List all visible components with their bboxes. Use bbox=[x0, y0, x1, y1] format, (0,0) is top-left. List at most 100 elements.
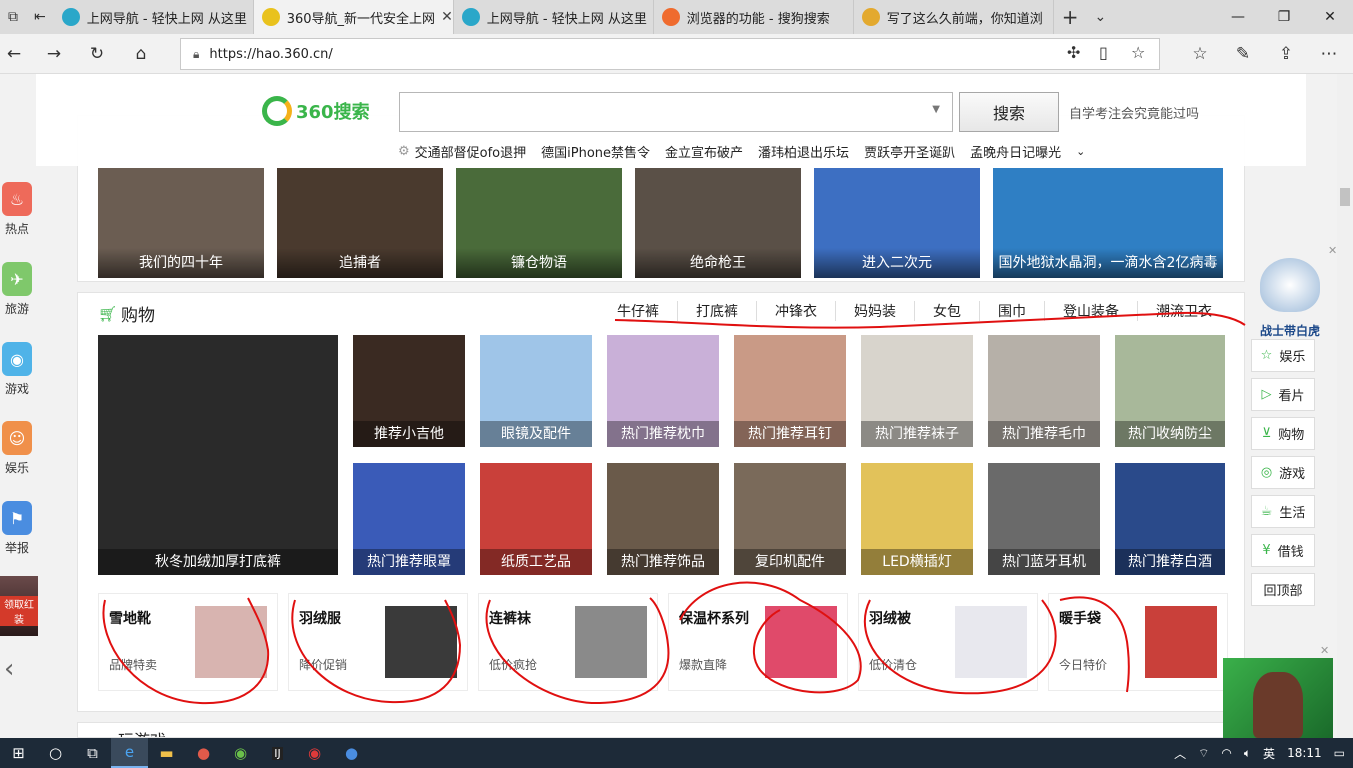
hot-word-link[interactable]: 德国iPhone禁售令 bbox=[541, 142, 650, 161]
quick-nav-loan[interactable]: ¥ 借钱 bbox=[1251, 534, 1315, 567]
promo-card[interactable]: 保温杯系列 爆款直降 bbox=[668, 593, 848, 691]
browser-tab-2[interactable]: 360导航_新一代安全上网 ✕ bbox=[253, 0, 454, 34]
netease-music-icon[interactable]: ◉ bbox=[296, 738, 333, 768]
input-language[interactable]: 英 bbox=[1263, 745, 1275, 762]
close-ad-icon[interactable]: ✕ bbox=[1320, 644, 1329, 657]
logo-360-search[interactable]: 360搜索 bbox=[262, 96, 370, 126]
close-tab-icon[interactable]: ✕ bbox=[435, 9, 453, 25]
shop-tab[interactable]: 女包 bbox=[914, 301, 979, 321]
task-view-icon[interactable]: ⧉ bbox=[74, 738, 111, 768]
rail-item-report[interactable]: ⚑ 举报 bbox=[0, 501, 34, 556]
product-card[interactable]: 热门推荐饰品 bbox=[607, 463, 719, 575]
minimize-icon[interactable]: — bbox=[1215, 0, 1261, 34]
forward-icon[interactable]: → bbox=[40, 40, 68, 68]
shop-tab[interactable]: 打底裤 bbox=[677, 301, 756, 321]
product-card[interactable]: 推荐小吉他 bbox=[353, 335, 465, 447]
tab-list-button[interactable]: ⌄ bbox=[1087, 9, 1115, 25]
close-mascot-icon[interactable]: ✕ bbox=[1328, 244, 1337, 257]
product-card[interactable]: 热门推荐毛巾 bbox=[988, 335, 1100, 447]
tab-previews-icon[interactable]: ⧉ bbox=[0, 9, 26, 25]
product-card[interactable]: 热门推荐眼罩 bbox=[353, 463, 465, 575]
movie-card[interactable]: 镰仓物语 bbox=[456, 168, 622, 278]
movie-card[interactable]: 进入二次元 bbox=[814, 168, 980, 278]
close-window-icon[interactable]: ✕ bbox=[1307, 0, 1353, 34]
quick-nav-games[interactable]: ◎ 游戏 bbox=[1251, 456, 1315, 489]
extension-icon[interactable]: ✣ bbox=[1067, 43, 1080, 62]
product-card[interactable]: 纸质工艺品 bbox=[480, 463, 592, 575]
browser-tab-5[interactable]: 写了这么久前端，你知道浏 bbox=[854, 0, 1054, 34]
scrollbar-thumb[interactable] bbox=[1340, 188, 1350, 206]
product-card[interactable]: 热门推荐袜子 bbox=[861, 335, 973, 447]
promo-card[interactable]: 羽绒被 低价清仓 bbox=[858, 593, 1038, 691]
network-icon[interactable]: ⌔ bbox=[1198, 746, 1209, 761]
product-card[interactable]: LED横插灯 bbox=[861, 463, 973, 575]
movie-card[interactable]: 追捕者 bbox=[277, 168, 443, 278]
search-button[interactable]: 搜索 bbox=[959, 92, 1059, 132]
file-explorer-icon[interactable]: ▬ bbox=[148, 738, 185, 768]
home-icon[interactable]: ⌂ bbox=[127, 40, 155, 68]
search-dropdown-icon[interactable]: ▼ bbox=[932, 104, 940, 115]
product-card[interactable]: 热门推荐枕巾 bbox=[607, 335, 719, 447]
edge-browser-icon[interactable]: e bbox=[111, 738, 148, 768]
more-menu-icon[interactable]: ⋯ bbox=[1315, 40, 1343, 68]
intellij-icon[interactable]: IJ bbox=[259, 738, 296, 768]
set-aside-tabs-icon[interactable]: ⇤ bbox=[26, 9, 54, 25]
notes-pen-icon[interactable]: ✎ bbox=[1229, 40, 1257, 68]
browser-tab-4[interactable]: 浏览器的功能 - 搜狗搜索 bbox=[654, 0, 854, 34]
notifications-icon[interactable]: ▭ bbox=[1334, 746, 1345, 760]
rail-item-games[interactable]: ◉ 游戏 bbox=[0, 342, 34, 397]
shop-tab[interactable]: 冲锋衣 bbox=[756, 301, 835, 321]
shop-tab[interactable]: 潮流卫衣 bbox=[1137, 301, 1230, 321]
movie-card[interactable]: 国外地狱水晶洞，一滴水含2亿病毒 bbox=[993, 168, 1223, 278]
hot-word-link[interactable]: 交通部督促ofo退押 bbox=[415, 142, 526, 161]
clock-time[interactable]: 18:11 bbox=[1287, 746, 1322, 760]
browser-tab-3[interactable]: 上网导航 - 轻快上网 从这里 bbox=[454, 0, 654, 34]
start-windows-icon[interactable]: ⊞ bbox=[0, 738, 37, 768]
share-icon[interactable]: ⇪ bbox=[1272, 40, 1300, 68]
promo-card[interactable]: 雪地靴 品牌特卖 bbox=[98, 593, 278, 691]
favorites-hub-icon[interactable]: ☆ bbox=[1186, 40, 1214, 68]
search-hint-link[interactable]: 自学考注会究竟能过吗 bbox=[1069, 103, 1199, 122]
page-scrollbar[interactable] bbox=[1337, 74, 1353, 738]
search-input[interactable]: ▼ bbox=[399, 92, 953, 132]
favorite-star-icon[interactable]: ☆ bbox=[1131, 43, 1145, 62]
hot-word-link[interactable]: 贾跃亭开圣诞趴 bbox=[864, 142, 955, 161]
product-card[interactable]: 热门推荐耳钉 bbox=[734, 335, 846, 447]
quick-nav-videos[interactable]: ▷ 看片 bbox=[1251, 378, 1315, 411]
gear-icon[interactable]: ⚙ bbox=[398, 144, 410, 159]
left-ad-image[interactable]: 领取红装 bbox=[0, 576, 38, 636]
rail-item-hot[interactable]: ♨ 热点 bbox=[0, 182, 34, 237]
hot-word-link[interactable]: 潘玮柏退出乐坛 bbox=[758, 142, 849, 161]
wechat-icon[interactable]: ◉ bbox=[222, 738, 259, 768]
product-card[interactable]: 复印机配件 bbox=[734, 463, 846, 575]
address-bar[interactable]: 🔒︎ https://hao.360.cn/ ✣ ▯ ☆ bbox=[180, 38, 1160, 70]
product-card[interactable]: 热门收纳防尘 bbox=[1115, 335, 1225, 447]
show-hidden-icons-icon[interactable]: ︿ bbox=[1174, 745, 1186, 762]
hot-word-link[interactable]: 金立宣布破产 bbox=[665, 142, 743, 161]
shop-tab[interactable]: 妈妈装 bbox=[835, 301, 914, 321]
back-to-top-button[interactable]: 回顶部 bbox=[1251, 573, 1315, 606]
video-ad[interactable] bbox=[1223, 658, 1333, 738]
quick-nav-life[interactable]: ☕︎ 生活 bbox=[1251, 495, 1315, 528]
rail-item-travel[interactable]: ✈ 旅游 bbox=[0, 262, 34, 317]
app-globe-icon[interactable]: ● bbox=[333, 738, 370, 768]
new-tab-button[interactable]: + bbox=[1054, 5, 1087, 29]
product-card-featured[interactable]: 秋冬加绒加厚打底裤 bbox=[98, 335, 338, 575]
quick-nav-shopping[interactable]: ⊻ 购物 bbox=[1251, 417, 1315, 450]
shop-tab[interactable]: 登山装备 bbox=[1044, 301, 1137, 321]
promo-card[interactable]: 暖手袋 今日特价 bbox=[1048, 593, 1228, 691]
product-card[interactable]: 眼镜及配件 bbox=[480, 335, 592, 447]
chrome-icon[interactable]: ● bbox=[185, 738, 222, 768]
quick-nav-entertainment[interactable]: ☆ 娱乐 bbox=[1251, 339, 1315, 372]
movie-card[interactable]: 我们的四十年 bbox=[98, 168, 264, 278]
volume-icon[interactable]: 🔈︎ bbox=[1244, 746, 1251, 761]
expand-chevron-icon[interactable]: ⌄ bbox=[1076, 145, 1085, 158]
restore-icon[interactable]: ❐ bbox=[1261, 0, 1307, 34]
mascot-widget[interactable]: 战士带白虎 bbox=[1252, 258, 1328, 339]
hot-word-link[interactable]: 孟晚舟日记曝光 bbox=[970, 142, 1061, 161]
refresh-icon[interactable]: ↻ bbox=[83, 40, 111, 68]
reading-view-icon[interactable]: ▯ bbox=[1099, 43, 1108, 62]
shop-tab[interactable]: 牛仔裤 bbox=[599, 301, 677, 321]
movie-card[interactable]: 绝命枪王 bbox=[635, 168, 801, 278]
promo-card[interactable]: 连裤袜 低价疯抢 bbox=[478, 593, 658, 691]
